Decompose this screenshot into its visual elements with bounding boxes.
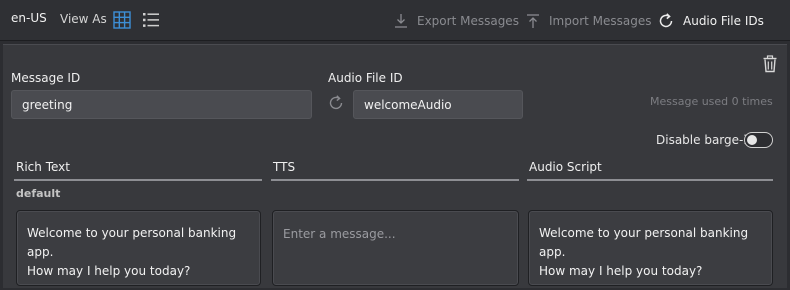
audio-script-line: Welcome to your personal banking app. bbox=[539, 226, 749, 259]
tts-placeholder: Enter a message... bbox=[283, 227, 396, 241]
audio-script-editor[interactable]: Welcome to your personal banking app. Ho… bbox=[528, 210, 773, 286]
grid-view-icon[interactable] bbox=[113, 11, 131, 29]
barge-in-toggle[interactable] bbox=[744, 132, 773, 148]
audio-file-ids-label: Audio File IDs bbox=[683, 14, 764, 28]
refresh-icon bbox=[659, 13, 673, 28]
import-messages-button[interactable]: Import Messages bbox=[525, 10, 652, 32]
audio-file-id-input[interactable]: welcomeAudio bbox=[353, 90, 523, 119]
audio-file-ids-button[interactable]: Audio File IDs bbox=[657, 10, 764, 32]
rich-text-column-header: Rich Text bbox=[14, 160, 262, 181]
export-messages-label: Export Messages bbox=[417, 14, 519, 28]
regenerate-audio-id-icon[interactable] bbox=[327, 94, 345, 112]
download-icon bbox=[395, 14, 407, 28]
message-id-label: Message ID bbox=[11, 71, 81, 85]
export-messages-button[interactable]: Export Messages bbox=[393, 10, 519, 32]
tts-column-header: TTS bbox=[271, 160, 519, 181]
rich-text-editor[interactable]: Welcome to your personal banking app. Ho… bbox=[16, 210, 261, 286]
variant-name: default bbox=[16, 187, 61, 200]
rich-text-line: How may I help you today? bbox=[27, 264, 191, 278]
view-as-label: View As bbox=[60, 12, 107, 26]
message-id-input[interactable]: greeting bbox=[11, 90, 312, 119]
list-view-icon[interactable] bbox=[142, 11, 160, 29]
barge-in-label: Disable barge-in bbox=[656, 133, 755, 147]
upload-icon bbox=[527, 14, 539, 28]
message-usage-text: Message used 0 times bbox=[650, 95, 773, 108]
tts-editor[interactable]: Enter a message... bbox=[272, 210, 519, 286]
toggle-knob bbox=[747, 135, 757, 145]
audio-file-id-label: Audio File ID bbox=[328, 71, 403, 85]
top-toolbar: en-US View As Export Messages Import Mes… bbox=[0, 0, 790, 41]
audio-script-column-header: Audio Script bbox=[527, 160, 773, 181]
locale-selector[interactable]: en-US bbox=[11, 11, 47, 25]
rich-text-line: Welcome to your personal banking app. bbox=[27, 226, 237, 259]
trash-icon[interactable] bbox=[762, 55, 778, 73]
audio-script-line: How may I help you today? bbox=[539, 264, 703, 278]
import-messages-label: Import Messages bbox=[549, 14, 652, 28]
